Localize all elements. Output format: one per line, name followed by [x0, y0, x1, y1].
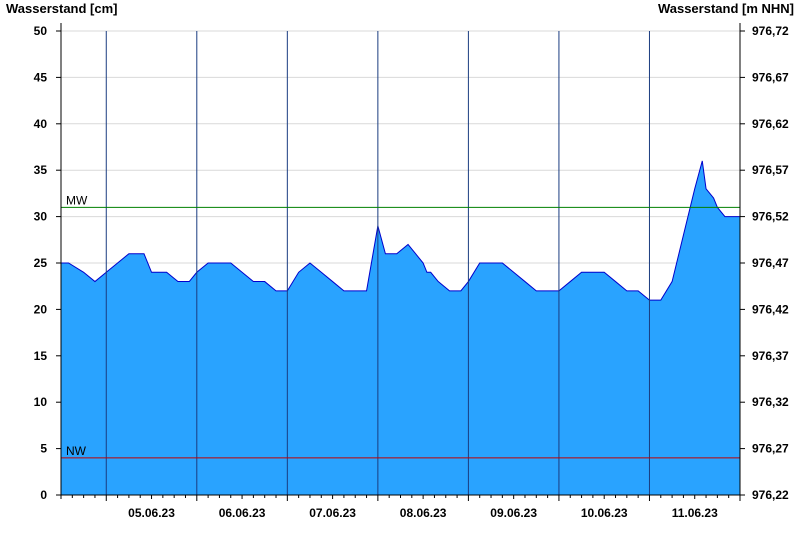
left-tick-label: 50: [34, 24, 48, 38]
right-tick-label: 976,37: [752, 349, 789, 363]
right-tick-label: 976,47: [752, 256, 789, 270]
water-level-area: [61, 160, 740, 496]
left-tick-label: 15: [34, 349, 48, 363]
x-tick-label: 10.06.23: [581, 506, 628, 520]
right-tick-label: 976,57: [752, 163, 789, 177]
left-tick-label: 45: [34, 70, 48, 84]
right-tick-label: 976,22: [752, 488, 789, 502]
left-tick-label: 30: [34, 210, 48, 224]
water-level-chart: MW NW 0 5 10 15 20 25 30 35 40 45 50 976,22 976,27 976,…: [34, 23, 789, 520]
x-tick-label: 05.06.23: [128, 506, 175, 520]
left-tick-label: 40: [34, 117, 48, 131]
right-tick-label: 976,27: [752, 442, 789, 456]
reference-label-mw: MW: [66, 193, 88, 207]
x-tick-label: 07.06.23: [309, 506, 356, 520]
left-tick-label: 25: [34, 256, 48, 270]
reference-label-nw: NW: [66, 444, 87, 458]
left-tick-label: 5: [40, 442, 47, 456]
right-tick-label: 976,72: [752, 24, 789, 38]
left-tick-label: 35: [34, 163, 48, 177]
right-tick-label: 976,67: [752, 70, 789, 84]
left-tick-label: 10: [34, 395, 48, 409]
x-tick-label: 09.06.23: [490, 506, 537, 520]
x-tick-label: 08.06.23: [400, 506, 447, 520]
left-tick-label: 0: [40, 488, 47, 502]
right-tick-label: 976,32: [752, 395, 789, 409]
right-tick-label: 976,62: [752, 117, 789, 131]
right-tick-label: 976,52: [752, 210, 789, 224]
left-tick-label: 20: [34, 302, 48, 316]
x-tick-label: 06.06.23: [219, 506, 266, 520]
x-tick-label: 11.06.23: [672, 506, 718, 520]
right-tick-label: 976,42: [752, 302, 789, 316]
